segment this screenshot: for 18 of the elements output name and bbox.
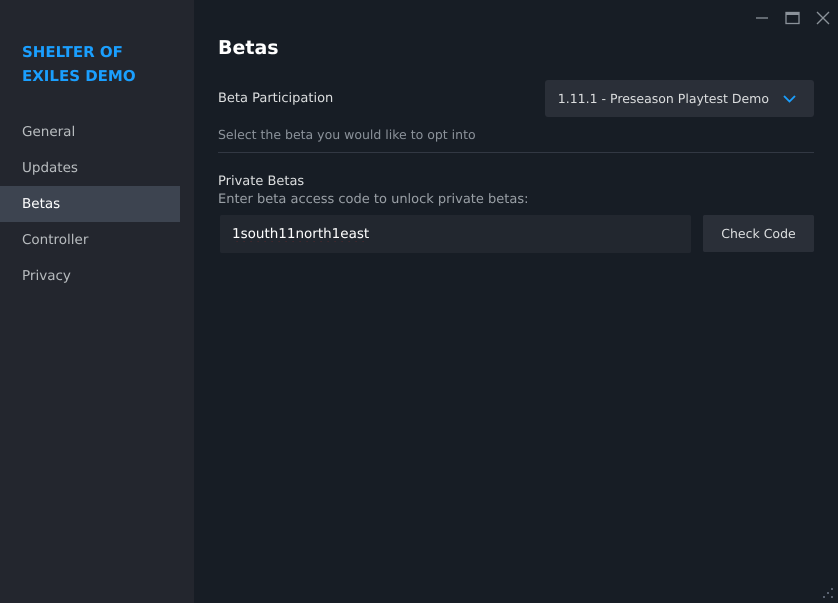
maximize-icon[interactable] bbox=[785, 11, 800, 25]
close-icon[interactable] bbox=[816, 11, 830, 25]
sidebar-item[interactable]: Controller bbox=[0, 222, 180, 258]
sidebar-item[interactable]: General bbox=[0, 114, 180, 150]
sidebar-item[interactable]: Betas bbox=[0, 186, 180, 222]
description-text: Enter beta access code to unlock private betas: bbox=[218, 192, 530, 207]
chevron-down-icon bbox=[783, 94, 796, 102]
check-code-button[interactable]: Check Code bbox=[703, 215, 814, 252]
section-label: Private Betas bbox=[218, 174, 306, 189]
beta-dropdown[interactable]: 1.11.1 - Preseason Playtest Demo bbox=[544, 80, 814, 117]
page-title: Betas bbox=[218, 36, 280, 60]
resize-grip-icon[interactable] bbox=[823, 588, 835, 600]
game-title: SHELTER OF EXILES DEMO bbox=[21, 42, 137, 87]
sidebar-item[interactable]: Privacy bbox=[0, 258, 180, 294]
code-input-field[interactable]: 1south11north1east bbox=[220, 215, 691, 253]
section-label: Beta Participation bbox=[218, 91, 334, 106]
hint-text: Select the beta you would like to opt into bbox=[218, 127, 477, 142]
sidebar-item[interactable]: Updates bbox=[0, 150, 180, 186]
